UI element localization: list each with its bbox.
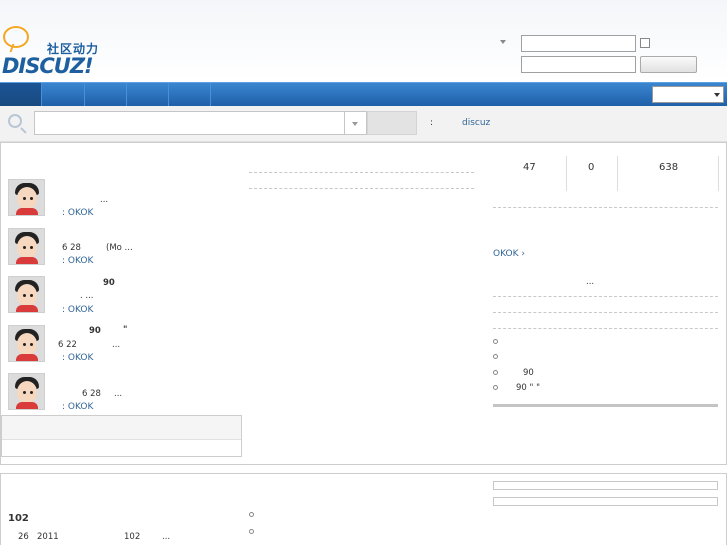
avatar[interactable] [8,228,45,265]
bullet-icon [249,512,254,517]
feed-item-title: 90 [103,278,115,288]
nav-item-3[interactable] [85,83,127,107]
bottom-meta-year: 2011 [37,532,59,542]
bullet-icon [493,339,498,344]
divider [493,404,718,407]
stat-members: 47 [523,162,536,173]
avatar[interactable] [8,325,45,362]
nav-item-4[interactable] [127,83,169,107]
feed-item-text: ... [100,195,109,205]
password-input[interactable] [521,56,636,73]
stat-posts: 638 [659,162,679,173]
nav-item-2[interactable] [43,83,85,107]
bottom-count: 102 [8,513,29,524]
feed-item-author[interactable]: : OKOK [62,402,93,412]
hot-search-link[interactable]: discuz [462,118,490,128]
remember-checkbox[interactable] [640,38,650,48]
page: 社区动力 DISCUZ! : discuz ... : OKOK 6 28 (M… [0,0,727,545]
sidebar-list-item[interactable]: 90 " " [516,383,540,393]
avatar[interactable] [8,373,45,410]
feed-item-date: 6 28 [82,389,101,399]
feed-item-author[interactable]: : OKOK [62,353,93,363]
quick-box [1,415,242,457]
bullet-icon [493,354,498,359]
feed-item-date: 6 28 [62,243,81,253]
feed-item-text: (Mo ... [106,243,133,253]
feed-item-author[interactable]: : OKOK [62,305,93,315]
login-button[interactable] [640,56,697,73]
nav-item-home[interactable] [0,83,42,107]
divider [617,156,618,191]
bottom-meta-day: 26 [18,532,29,542]
stat-online: 0 [588,162,595,173]
feed-item-date: 6 22 [58,340,77,350]
username-input[interactable] [521,35,636,52]
nav-style-select[interactable] [652,86,724,103]
divider [249,172,474,173]
divider [718,156,719,191]
quick-box-header [2,416,241,440]
avatar[interactable] [8,179,45,216]
bottom-meta-more: ... [162,532,171,542]
divider [493,207,718,208]
feed-item-text: " [123,325,128,335]
bullet-icon [493,385,498,390]
logo-bubble-icon [3,26,29,48]
sidebar-list-item[interactable]: 90 [523,368,534,378]
search-bar: : discuz [0,106,727,142]
bottom-meta-count: 102 [124,532,141,542]
avatar[interactable] [8,276,45,313]
search-input[interactable] [34,111,345,135]
divider [493,328,718,329]
main-nav [0,82,727,107]
search-type-select[interactable] [345,111,367,135]
feed-item-title: 90 [89,326,101,336]
feed-item-text: . ... [80,291,94,301]
header: 社区动力 DISCUZ! [0,0,727,81]
nav-item-5[interactable] [169,83,211,107]
logo-brand-text: DISCUZ! [2,54,94,78]
feed-item-text: ... [112,340,121,350]
sidebar-note: ... [586,277,595,287]
hot-search-label: : [430,118,434,128]
divider [566,156,567,191]
search-icon [8,114,22,128]
feed-item-author[interactable]: : OKOK [62,208,93,218]
user-profile-link[interactable]: OKOK › [493,249,525,259]
divider [493,312,718,313]
divider [249,188,474,189]
feed-item-text: ... [114,389,123,399]
bottom-widget-bar [493,481,718,490]
login-type-dropdown-icon[interactable] [500,40,506,44]
search-button[interactable] [367,111,417,135]
divider [493,296,718,297]
discuz-logo[interactable]: 社区动力 DISCUZ! [2,26,102,78]
bullet-icon [493,370,498,375]
bottom-widget-bar [493,497,718,506]
bullet-icon [249,529,254,534]
feed-item-author[interactable]: : OKOK [62,256,93,266]
